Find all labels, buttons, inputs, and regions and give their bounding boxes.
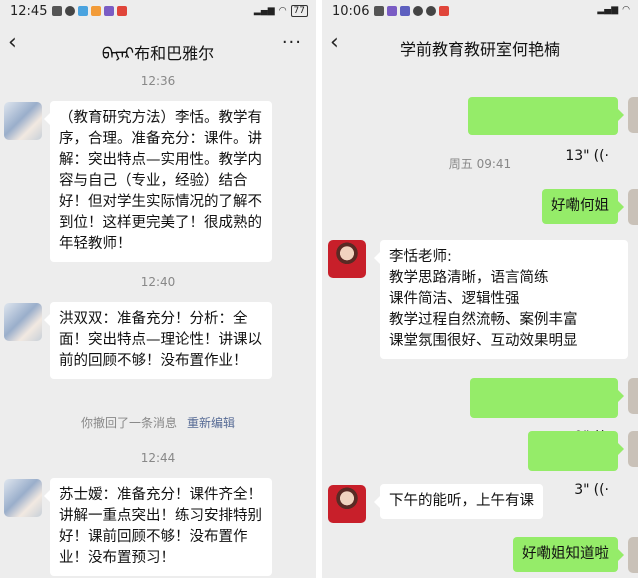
more-icon[interactable]: ··· [282, 32, 302, 53]
notification-icons [52, 6, 127, 16]
status-time: 12:45 [10, 4, 48, 19]
chat-header: ‹ ᠪᠠᠶᠠᠷ布和巴雅尔 ··· [0, 24, 316, 68]
avatar[interactable] [4, 303, 42, 341]
avatar[interactable] [628, 97, 638, 133]
avatar[interactable] [628, 431, 638, 467]
message-bubble[interactable]: 苏士嫒：准备充分！课件齐全！讲解一重点突出！练习安排特别好！课前回顾不够！没布置… [44, 478, 272, 576]
message-bubble[interactable]: 李恬老师: 教学思路清晰，语言简练 课件简洁、逻辑性强 教学过程自然流畅、案例丰… [374, 240, 628, 359]
message-bubble[interactable]: （教育研究方法）李恬。教学有序，合理。准备充分：课件。讲解：突出特点—实用性。教… [44, 101, 272, 262]
signal-icon: ▂▄▆ [253, 6, 275, 16]
avatar[interactable] [628, 189, 638, 225]
timestamp: 12:40 [140, 275, 176, 289]
avatar[interactable] [328, 485, 366, 523]
timestamp: 12:44 [140, 451, 176, 465]
avatar[interactable] [4, 102, 42, 140]
voice-duration: 3" [574, 482, 590, 498]
timestamp: 12:36 [140, 74, 176, 88]
avatar[interactable] [328, 240, 366, 278]
message-bubble[interactable]: 洪双双：准备充分！分析：全面！突出特点—理论性！讲课以前的回顾不够！没布置作业！ [44, 302, 272, 379]
battery-icon: 77 [290, 5, 308, 17]
status-right-icons: ▂▄▆ ◠ [597, 5, 630, 15]
chat-title: 学前教育教研室何艳楠 [399, 40, 560, 59]
avatar[interactable] [628, 378, 638, 414]
chat-header: ‹ 学前教育教研室何艳楠 [322, 24, 638, 68]
right-chat-pane: 10:06 ▂▄▆ ◠ ‹ 学前教育教研室何艳楠 13" ((· 周五 09:41… [322, 0, 638, 578]
recall-text: 你撤回了一条消息 [80, 416, 177, 430]
status-right-icons: ▂▄▆ ◠ 77 [254, 5, 308, 17]
voice-message[interactable]: 13" ((· [468, 97, 624, 164]
re-edit-link[interactable]: 重新编辑 [187, 416, 235, 430]
recall-notice: 你撤回了一条消息 重新编辑 [0, 414, 316, 431]
wifi-icon: ◠ [622, 5, 630, 15]
chat-title: ᠪᠠᠶᠠᠷ布和巴雅尔 [101, 44, 215, 63]
status-bar: 12:45 ▂▄▆ ◠ 77 [0, 0, 316, 24]
left-chat-pane: 12:45 ▂▄▆ ◠ 77 ‹ ᠪᠠᠶᠠᠷ布和巴雅尔 ··· 12:36 （教… [0, 0, 316, 578]
voice-message[interactable]: 9"((· [470, 378, 624, 445]
timestamp: 周五 09:41 [448, 157, 512, 171]
message-bubble[interactable]: 下午的能听，上午有课 [374, 484, 543, 519]
notification-icons [374, 6, 449, 16]
voice-message[interactable]: 3" ((· [528, 431, 624, 498]
avatar[interactable] [628, 537, 638, 573]
status-time: 10:06 [332, 4, 370, 19]
status-bar: 10:06 ▂▄▆ ◠ [322, 0, 638, 24]
wifi-icon: ◠ [278, 6, 287, 16]
message-bubble[interactable]: 好嘞何姐 [542, 189, 624, 224]
signal-icon: ▂▄▆ [597, 5, 619, 15]
message-bubble[interactable]: 好嘞姐知道啦 [513, 537, 624, 572]
voice-icon: ((· [593, 482, 609, 498]
avatar[interactable] [4, 479, 42, 517]
